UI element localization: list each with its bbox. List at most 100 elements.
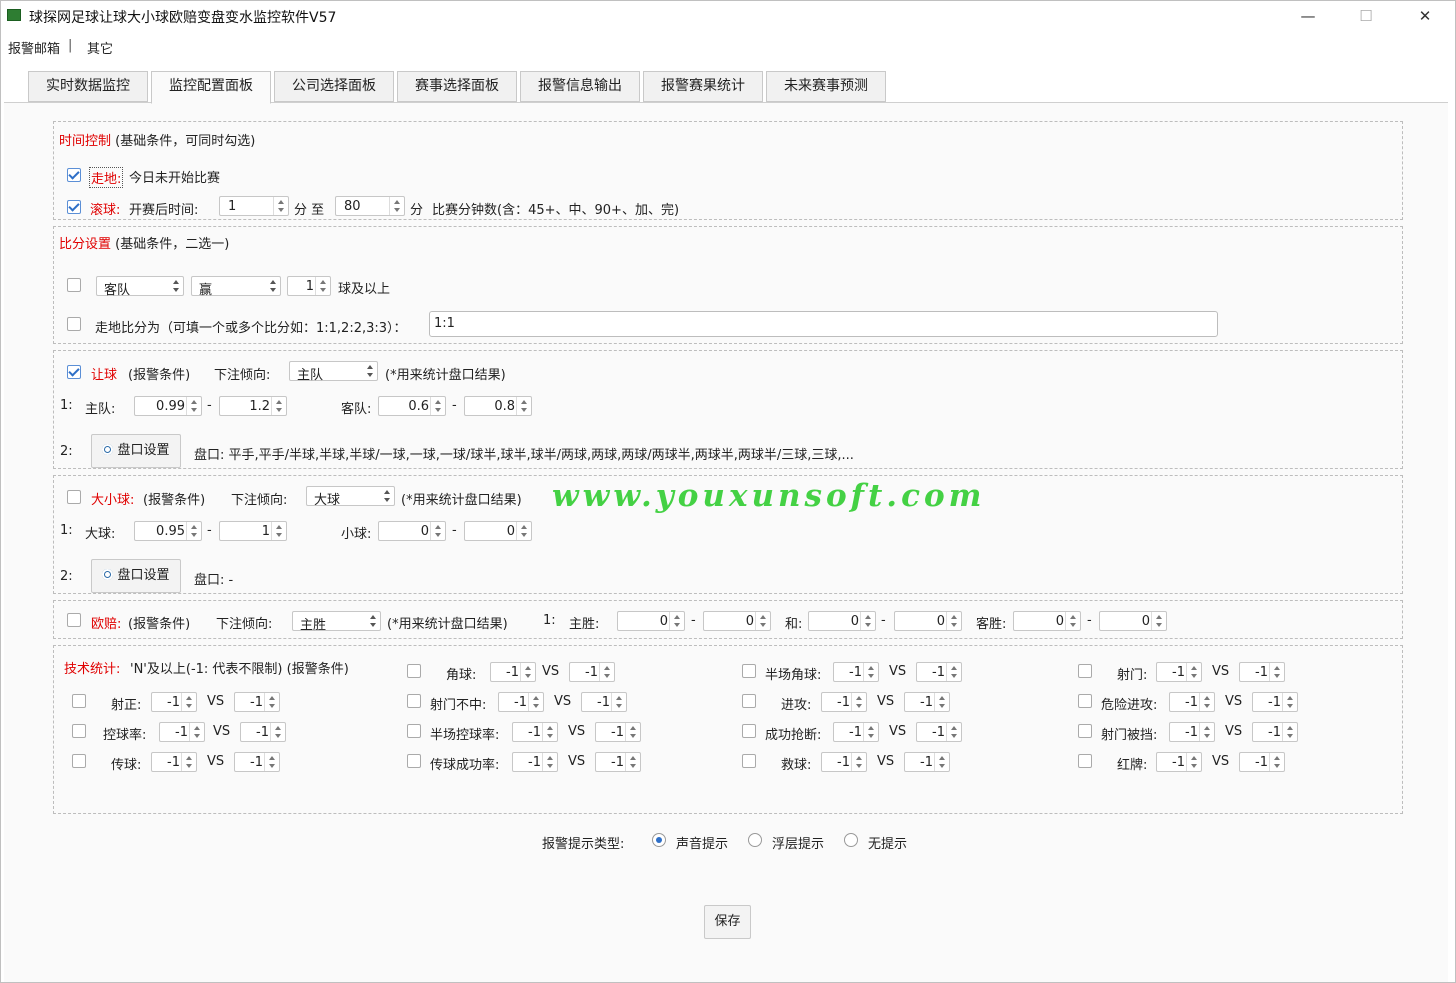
stat-b-stepper[interactable]: -1 — [234, 752, 280, 772]
tech-checkbox[interactable] — [1078, 664, 1092, 678]
alert-sound-label[interactable]: 声音提示 — [676, 833, 728, 852]
alert-float-radio[interactable] — [748, 833, 762, 847]
tab-realtime-monitor[interactable]: 实时数据监控 — [28, 71, 148, 102]
close-icon[interactable]: ✕ — [1403, 4, 1447, 28]
euro-checkbox[interactable] — [67, 613, 81, 627]
tab-future-predict[interactable]: 未来赛事预测 — [766, 71, 886, 102]
maximize-icon[interactable]: ☐ — [1344, 4, 1388, 28]
end-minute-stepper[interactable]: 80 — [335, 196, 405, 216]
stat-b-stepper[interactable]: -1 — [904, 752, 950, 772]
stat-b-stepper[interactable]: -1 — [595, 722, 641, 742]
alert-none-radio[interactable] — [844, 833, 858, 847]
handicap-away-max[interactable]: 0.8 — [464, 396, 532, 416]
alert-type-label: 报警提示类型: — [542, 837, 625, 852]
stat-a-stepper[interactable]: -1 — [490, 662, 536, 682]
tech-checkbox[interactable] — [742, 724, 756, 738]
stat-a-stepper[interactable]: -1 — [1156, 662, 1202, 682]
minimize-icon[interactable]: — — [1286, 4, 1330, 28]
stat-a-stepper[interactable]: -1 — [821, 692, 867, 712]
zoudi-score-input[interactable]: 1:1 — [429, 311, 1218, 337]
handicap-home-min[interactable]: 0.99 — [134, 396, 202, 416]
stat-b-stepper[interactable]: -1 — [916, 662, 962, 682]
tech-checkbox[interactable] — [72, 724, 86, 738]
menu-other[interactable]: 其它 — [87, 38, 113, 57]
stat-b-stepper[interactable]: -1 — [1239, 752, 1285, 772]
euro-bias-select[interactable]: 主胜 — [292, 611, 381, 633]
stat-b-stepper[interactable]: -1 — [581, 692, 627, 712]
stat-a-stepper[interactable]: -1 — [512, 722, 558, 742]
tech-checkbox[interactable] — [407, 724, 421, 738]
stat-b-stepper[interactable]: -1 — [234, 692, 280, 712]
handicap-bias-select[interactable]: 主队 — [289, 361, 378, 383]
stat-b-stepper[interactable]: -1 — [904, 692, 950, 712]
euro-away-max[interactable]: 0 — [1099, 611, 1167, 631]
stat-a-stepper[interactable]: -1 — [1169, 722, 1215, 742]
tab-monitor-config[interactable]: 监控配置面板 — [151, 71, 271, 104]
stat-b-stepper[interactable]: -1 — [569, 662, 615, 682]
over-under-checkbox[interactable] — [67, 490, 81, 504]
stat-a-stepper[interactable]: -1 — [1169, 692, 1215, 712]
tech-checkbox[interactable] — [407, 694, 421, 708]
stat-a-stepper[interactable]: -1 — [1156, 752, 1202, 772]
tech-checkbox[interactable] — [72, 694, 86, 708]
over-min-stepper[interactable]: 0.95 — [134, 521, 202, 541]
stat-b-stepper[interactable]: -1 — [1252, 692, 1298, 712]
zoudi-checkbox[interactable] — [67, 168, 81, 182]
tech-checkbox[interactable] — [407, 664, 421, 678]
under-max-stepper[interactable]: 0 — [464, 521, 532, 541]
euro-away-min[interactable]: 0 — [1013, 611, 1081, 631]
euro-draw-max[interactable]: 0 — [894, 611, 962, 631]
handicap-checkbox[interactable] — [67, 365, 81, 379]
stat-b-stepper[interactable]: -1 — [240, 722, 286, 742]
team-select[interactable]: 客队 — [96, 276, 184, 298]
result-select[interactable]: 赢 — [191, 276, 281, 298]
stat-b-stepper[interactable]: -1 — [1239, 662, 1285, 682]
over-max-stepper[interactable]: 1 — [219, 521, 287, 541]
euro-draw-min[interactable]: 0 — [808, 611, 876, 631]
tab-alert-stats[interactable]: 报警赛果统计 — [643, 71, 763, 102]
stat-a-stepper[interactable]: -1 — [498, 692, 544, 712]
tech-checkbox[interactable] — [742, 754, 756, 768]
stat-a-stepper[interactable]: -1 — [512, 752, 558, 772]
tab-company-select[interactable]: 公司选择面板 — [274, 71, 394, 102]
alert-float-label[interactable]: 浮层提示 — [772, 833, 824, 852]
score-goals-checkbox[interactable] — [67, 278, 81, 292]
tech-checkbox[interactable] — [72, 754, 86, 768]
tech-checkbox[interactable] — [407, 754, 421, 768]
stat-b-stepper[interactable]: -1 — [595, 752, 641, 772]
stat-a-stepper[interactable]: -1 — [159, 722, 205, 742]
tab-match-select[interactable]: 赛事选择面板 — [397, 71, 517, 102]
tech-checkbox[interactable] — [1078, 724, 1092, 738]
alert-none-label[interactable]: 无提示 — [868, 833, 907, 852]
stat-a-stepper[interactable]: -1 — [821, 752, 867, 772]
tech-checkbox[interactable] — [742, 694, 756, 708]
alert-sound-radio[interactable] — [652, 833, 666, 847]
handicap-pankou-button[interactable]: 盘口设置 — [91, 434, 181, 468]
goals-stepper[interactable]: 1 — [287, 276, 331, 296]
tech-checkbox[interactable] — [742, 664, 756, 678]
stat-b-stepper[interactable]: -1 — [916, 722, 962, 742]
stat-a-stepper[interactable]: -1 — [151, 692, 197, 712]
handicap-home-max[interactable]: 1.2 — [219, 396, 287, 416]
stat-b-stepper[interactable]: -1 — [1252, 722, 1298, 742]
over-under-bias-select[interactable]: 大球 — [306, 486, 395, 508]
euro-note: (*用来统计盘口结果) — [387, 617, 508, 632]
stat-a-stepper[interactable]: -1 — [151, 752, 197, 772]
stat-a-stepper[interactable]: -1 — [833, 662, 879, 682]
stat-a-stepper[interactable]: -1 — [833, 722, 879, 742]
start-minute-stepper[interactable]: 1 — [219, 196, 289, 216]
tech-checkbox[interactable] — [1078, 694, 1092, 708]
vs-label: VS — [1225, 694, 1243, 709]
gunqiu-checkbox[interactable] — [67, 200, 81, 214]
tech-checkbox[interactable] — [1078, 754, 1092, 768]
zoudi-score-checkbox[interactable] — [67, 317, 81, 331]
handicap-away-min[interactable]: 0.6 — [378, 396, 446, 416]
euro-home-max[interactable]: 0 — [703, 611, 771, 631]
save-button[interactable]: 保存 — [704, 905, 751, 939]
euro-home-min[interactable]: 0 — [617, 611, 685, 631]
menu-alert-mail[interactable]: 报警邮箱 — [8, 38, 60, 57]
under-min-stepper[interactable]: 0 — [378, 521, 446, 541]
tab-alert-output[interactable]: 报警信息输出 — [520, 71, 640, 102]
over-under-pankou-button[interactable]: 盘口设置 — [91, 559, 181, 593]
vs-label: VS — [1225, 724, 1243, 739]
